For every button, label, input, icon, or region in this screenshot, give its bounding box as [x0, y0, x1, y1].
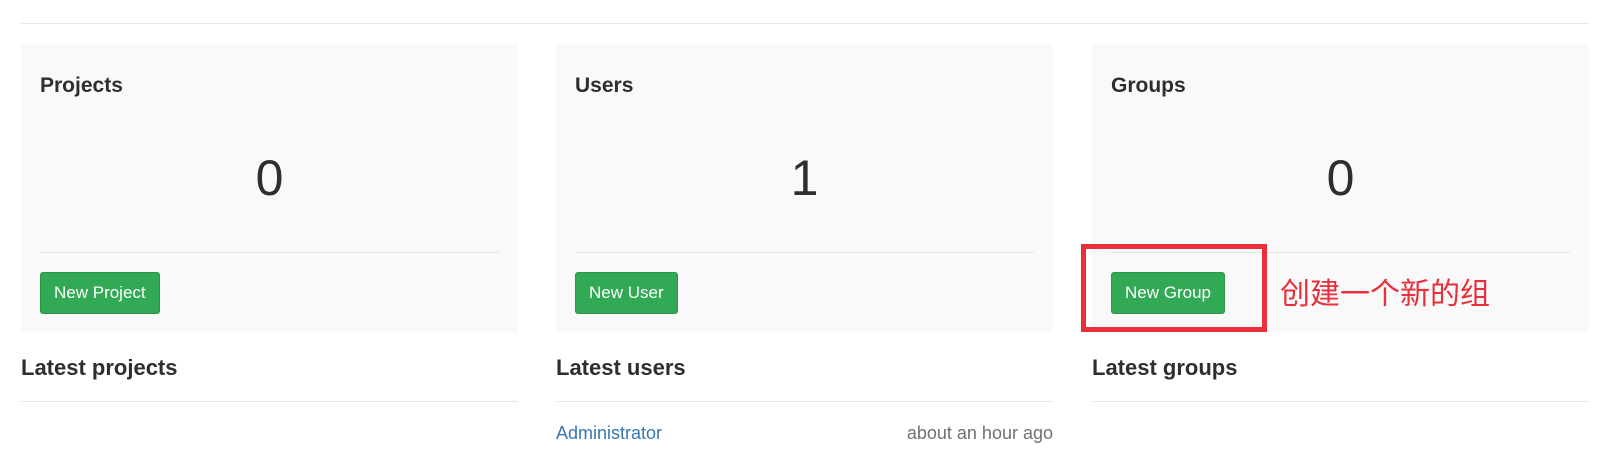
users-panel: Users 1 New User: [556, 44, 1053, 333]
users-panel-title: Users: [575, 74, 634, 97]
latest-groups-divider: [1092, 401, 1589, 402]
groups-count: 0: [1326, 150, 1355, 206]
latest-groups-title: Latest groups: [1092, 355, 1238, 380]
latest-projects-divider: [21, 401, 518, 402]
projects-count: 0: [255, 150, 284, 206]
new-user-button[interactable]: New User: [575, 272, 678, 314]
groups-panel-title: Groups: [1111, 74, 1186, 97]
users-count: 1: [790, 150, 819, 206]
latest-user-name-link[interactable]: Administrator: [556, 423, 662, 444]
latest-user-time: about an hour ago: [906, 423, 1053, 443]
latest-users-divider: [556, 401, 1053, 402]
annotation-highlight-box: [1081, 244, 1267, 332]
users-panel-divider: [575, 252, 1034, 253]
annotation-text: 创建一个新的组: [1280, 277, 1490, 312]
projects-panel-title: Projects: [40, 74, 123, 97]
new-project-button[interactable]: New Project: [40, 272, 160, 314]
projects-panel-divider: [40, 252, 499, 253]
latest-projects-title: Latest projects: [21, 355, 178, 380]
top-divider: [21, 23, 1589, 24]
latest-users-title: Latest users: [556, 355, 686, 380]
projects-panel: Projects 0 New Project: [21, 44, 518, 333]
